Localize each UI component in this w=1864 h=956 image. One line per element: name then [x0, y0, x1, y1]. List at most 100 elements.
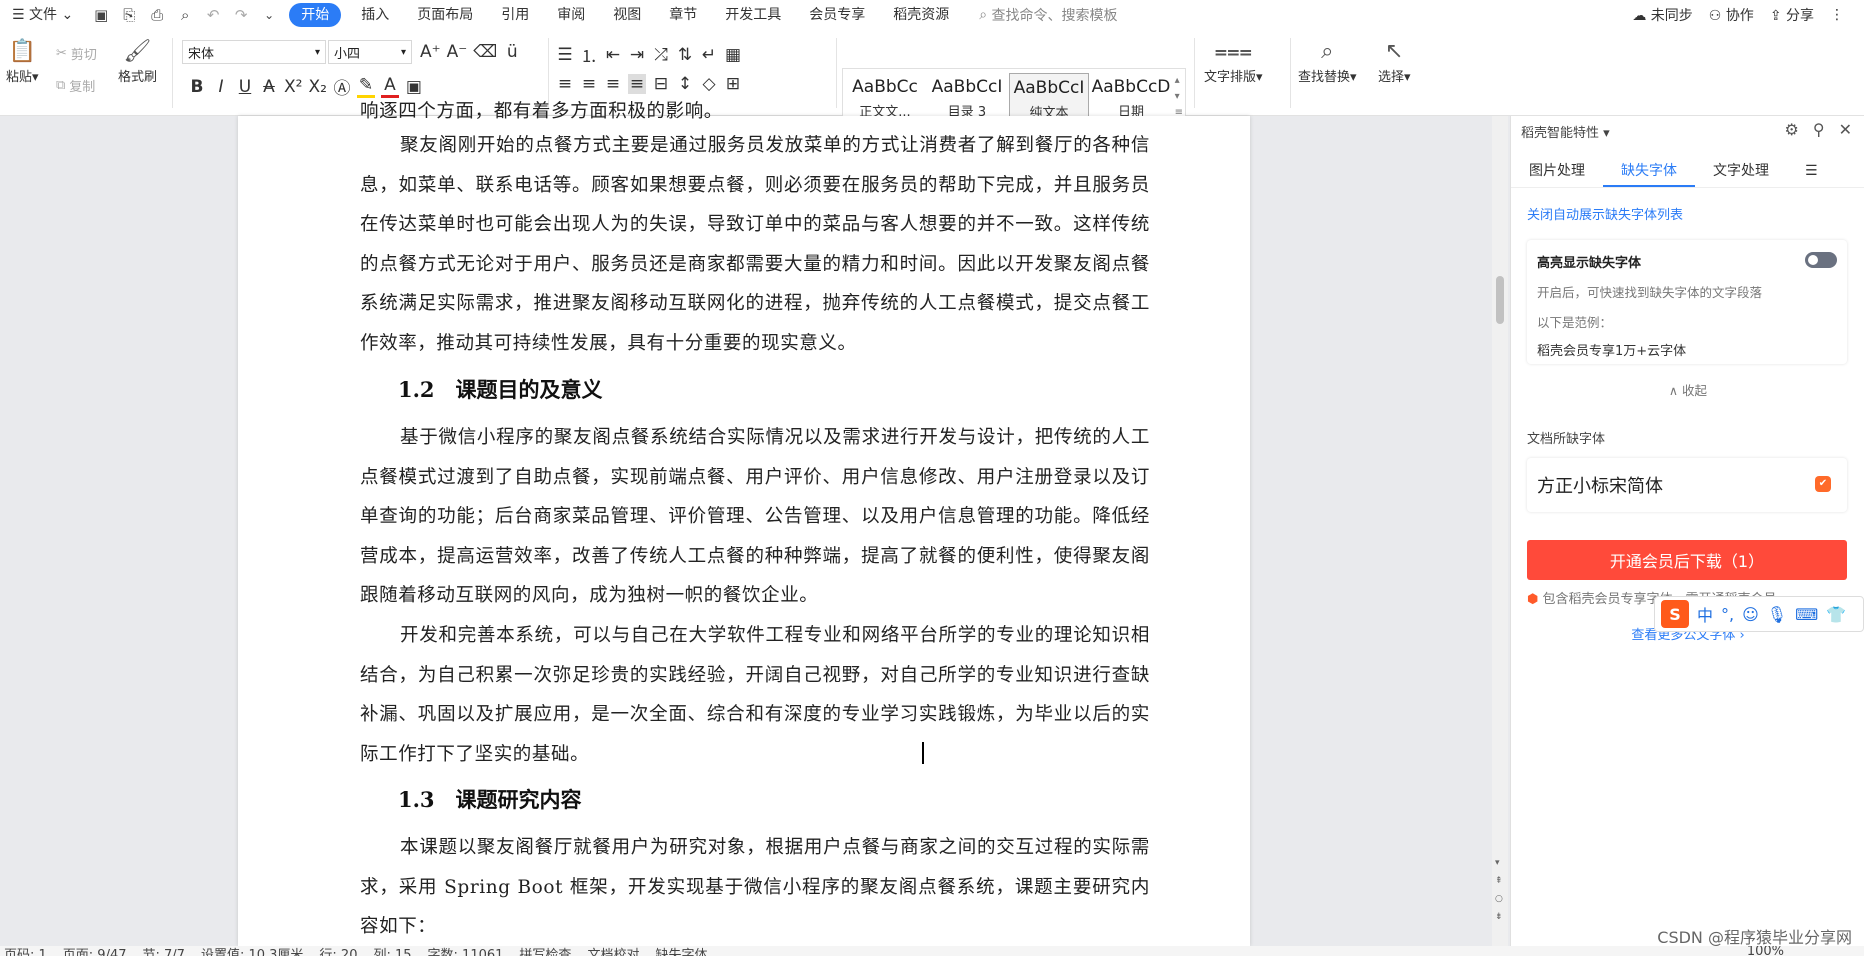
undo-icon[interactable]: ↶ — [202, 5, 224, 25]
collab-button[interactable]: ⚇ 协作 — [1709, 5, 1754, 25]
export-pdf-icon[interactable]: ⎘ — [118, 5, 140, 25]
distribute-icon[interactable]: ⊟ — [652, 74, 670, 94]
collapse-button[interactable]: ∧ 收起 — [1511, 380, 1864, 399]
table-icon[interactable]: ▦ — [724, 45, 742, 65]
sogou-logo-icon[interactable]: S — [1661, 600, 1689, 628]
shading-icon[interactable]: ◇ — [700, 74, 718, 94]
sync-button[interactable]: ☁ 未同步 — [1632, 5, 1692, 25]
status-section[interactable]: 节: 7/7 — [143, 946, 185, 956]
panel-title-dropdown[interactable]: 稻壳智能特性 ▾ — [1521, 122, 1610, 141]
status-page-number[interactable]: 页码: 1 — [4, 946, 47, 956]
print-icon[interactable]: ⎙ — [146, 5, 168, 25]
superscript-icon[interactable]: X² — [284, 77, 302, 97]
command-search[interactable]: ⌕ 查找命令、搜索模板 — [979, 5, 1117, 25]
style-scroll-icon[interactable]: ▴ ▾ ≡ — [1175, 73, 1183, 121]
underline-icon[interactable]: U — [236, 77, 254, 97]
share-button[interactable]: ⇪ 分享 — [1770, 5, 1814, 25]
select-button[interactable]: ↖ 选择▾ — [1378, 36, 1411, 86]
align-left-icon[interactable]: ≡ — [556, 74, 574, 94]
document-page[interactable]: 响逐四个方面，都有着多方面积极的影响。 聚友阁刚开始的点餐方式主要是通过服务员发… — [238, 101, 1250, 946]
voice-icon[interactable]: 🎙 — [1767, 605, 1787, 624]
ime-lang-toggle[interactable]: 中 — [1697, 602, 1713, 626]
tab-view[interactable]: 视图 — [599, 0, 655, 30]
emoji-icon[interactable]: ☺ — [1742, 605, 1759, 624]
more-icon[interactable]: ⋮ — [1830, 7, 1844, 23]
status-position[interactable]: 设置值: 10.3厘米 — [201, 946, 303, 956]
tab-start[interactable]: 开始 — [289, 3, 342, 27]
sync-label: 未同步 — [1650, 8, 1693, 24]
gear-icon[interactable]: ⚙ — [1785, 120, 1799, 139]
keyboard-icon[interactable]: ⌨ — [1795, 605, 1818, 624]
status-proofread[interactable]: 文档校对 — [587, 946, 639, 956]
tab-missing-fonts[interactable]: 缺失字体 — [1603, 154, 1695, 187]
clear-format-icon[interactable]: ⌫ — [473, 42, 497, 62]
tab-references[interactable]: 引用 — [487, 0, 543, 30]
tab-insert[interactable]: 插入 — [347, 0, 403, 30]
paste-button[interactable]: 📋 粘贴▾ — [6, 36, 39, 86]
bullet-list-icon[interactable]: ☰ — [556, 45, 574, 65]
page-nav-icons[interactable]: ▾ ⇞ ○ ⇟ — [1495, 854, 1503, 926]
copy-button[interactable]: ⧉ 复制 — [56, 76, 95, 95]
subscript-icon[interactable]: X₂ — [308, 77, 326, 97]
punctuation-icon[interactable]: °, — [1721, 605, 1734, 624]
pin-icon[interactable]: ⚲ — [1813, 120, 1825, 139]
status-column[interactable]: 列: 15 — [373, 946, 411, 956]
font-size-select[interactable]: 小四 ▾ — [328, 40, 412, 64]
line-spacing-icon[interactable]: ↕ — [676, 74, 694, 94]
status-line[interactable]: 行: 20 — [319, 946, 357, 956]
shrink-font-icon[interactable]: A⁻ — [447, 42, 468, 62]
highlight-card: 高亮显示缺失字体 开启后，可快速找到缺失字体的文字段落 以下是范例： 稻壳会员专… — [1527, 240, 1847, 364]
find-replace-button[interactable]: ⌕ 查找替换▾ — [1298, 36, 1357, 86]
tab-docer[interactable]: 稻壳资源 — [879, 0, 963, 30]
strikethrough-icon[interactable]: A — [260, 77, 278, 97]
format-painter-button[interactable]: 🖌 格式刷 — [118, 36, 158, 86]
cut-off-line: 响逐四个方面，都有着多方面积极的影响。 — [360, 101, 723, 122]
align-right-icon[interactable]: ≡ — [604, 74, 622, 94]
close-auto-show-link[interactable]: 关闭自动展示缺失字体列表 — [1527, 204, 1683, 223]
border-icon[interactable]: ⊞ — [724, 74, 742, 94]
tab-member[interactable]: 会员专享 — [795, 0, 879, 30]
justify-icon[interactable]: ≡ — [628, 74, 646, 94]
tab-chapter[interactable]: 章节 — [655, 0, 711, 30]
format-painter-label: 格式刷 — [118, 70, 158, 85]
cut-button[interactable]: ✂ 剪切 — [56, 44, 97, 63]
skin-icon[interactable]: 👕 — [1826, 605, 1846, 624]
font-name-select[interactable]: 宋体 ▾ — [182, 40, 326, 64]
close-icon[interactable]: ✕ — [1839, 120, 1852, 139]
print-preview-icon[interactable]: ⌕ — [174, 5, 196, 25]
sort-icon[interactable]: ⇅ — [676, 45, 694, 65]
text-layout-button[interactable]: ⩶ 文字排版▾ — [1204, 36, 1263, 86]
cloud-icon: ☁ — [1632, 8, 1647, 24]
text-effect-icon[interactable]: Ⓐ — [333, 74, 351, 99]
decrease-indent-icon[interactable]: ⇤ — [604, 45, 622, 65]
status-word-count[interactable]: 字数: 11061 — [428, 946, 504, 956]
align-center-icon[interactable]: ≡ — [580, 74, 598, 94]
phonetic-icon[interactable]: ü — [503, 42, 521, 62]
more-quick-icon[interactable]: ⌄ — [258, 5, 280, 25]
show-marks-icon[interactable]: ↵ — [700, 45, 718, 65]
status-spellcheck[interactable]: 拼写检查 — [519, 946, 571, 956]
tab-review[interactable]: 审阅 — [543, 0, 599, 30]
tab-text-processing[interactable]: 文字处理 — [1695, 154, 1787, 187]
chinese-layout-icon[interactable]: ⤮ — [652, 45, 670, 65]
member-download-button[interactable]: 开通会员后下载（1） — [1527, 540, 1847, 580]
status-pages[interactable]: 页面: 9/47 — [63, 946, 127, 956]
save-icon[interactable]: ▣ — [90, 5, 112, 25]
scroll-thumb[interactable] — [1496, 276, 1504, 324]
document-scrollbar[interactable]: ▾ ⇞ ○ ⇟ — [1492, 116, 1508, 946]
italic-icon[interactable]: I — [212, 77, 230, 97]
tab-page-layout[interactable]: 页面布局 — [403, 0, 487, 30]
bold-icon[interactable]: B — [188, 77, 206, 97]
grow-font-icon[interactable]: A⁺ — [420, 42, 441, 62]
tab-image-processing[interactable]: 图片处理 — [1511, 154, 1603, 187]
redo-icon[interactable]: ↷ — [230, 5, 252, 25]
menu-icon[interactable]: ☰ — [1787, 154, 1836, 187]
status-missing-fonts[interactable]: 缺失字体 — [655, 946, 707, 956]
increase-indent-icon[interactable]: ⇥ — [628, 45, 646, 65]
status-zoom[interactable]: 100% — [1747, 946, 1784, 956]
numbered-list-icon[interactable]: ⒈ — [580, 42, 598, 67]
file-menu[interactable]: ☰ 文件 ⌄ — [0, 0, 87, 30]
highlight-toggle[interactable] — [1805, 252, 1837, 268]
missing-font-item[interactable]: 方正小标宋简体 ✔ — [1527, 458, 1847, 512]
tab-developer[interactable]: 开发工具 — [711, 0, 795, 30]
